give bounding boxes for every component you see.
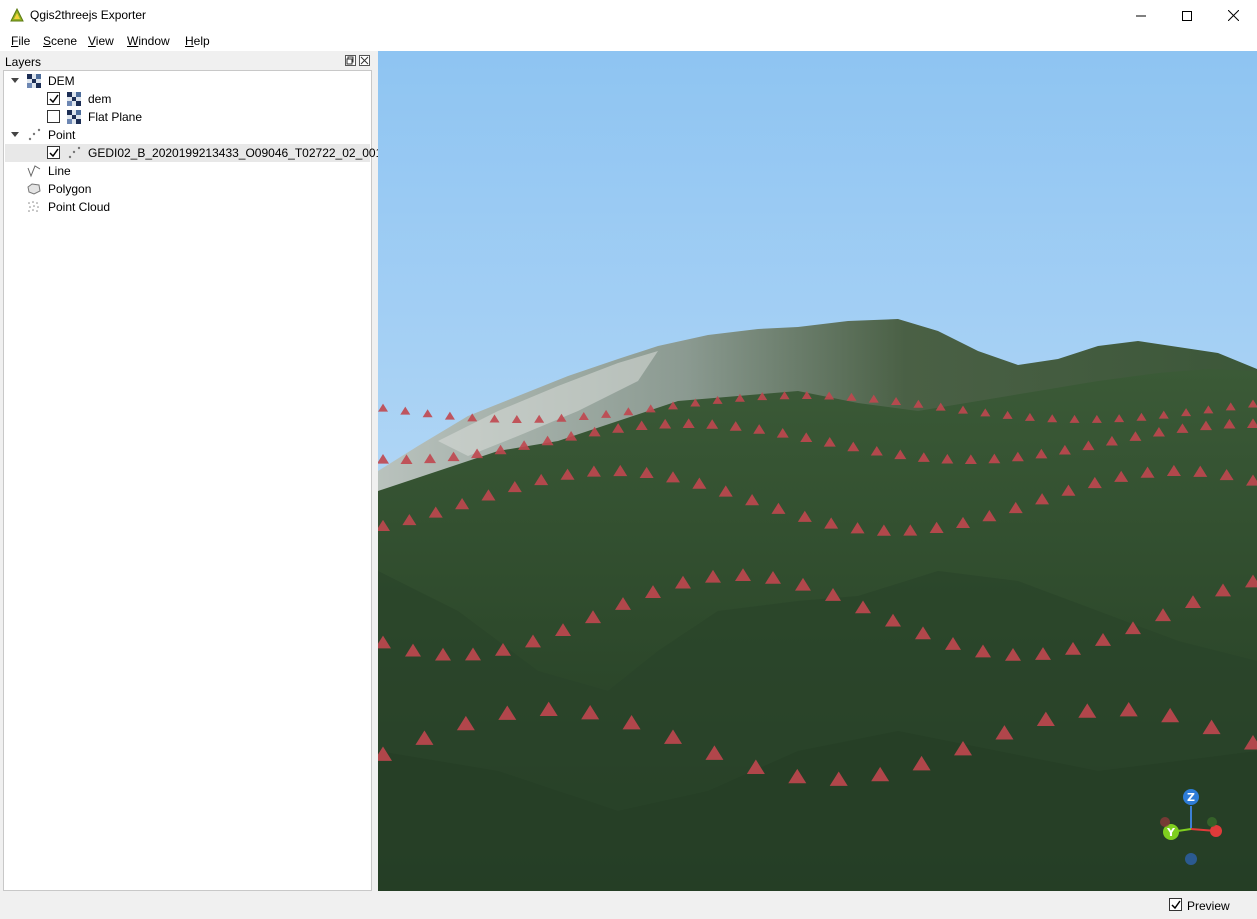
- tree-item-flat-plane[interactable]: Flat Plane: [5, 108, 370, 126]
- tree-item-dem[interactable]: dem: [5, 90, 370, 108]
- 3d-scene[interactable]: Z Y: [378, 51, 1257, 891]
- close-button[interactable]: [1210, 0, 1256, 31]
- tree-group-dem[interactable]: DEM: [5, 72, 370, 90]
- layer-checkbox[interactable]: [47, 146, 60, 159]
- tree-item-gedi[interactable]: GEDI02_B_2020199213433_O09046_T02722_02_…: [5, 144, 402, 162]
- raster-layer-icon: [67, 110, 81, 124]
- layer-checkbox[interactable]: [47, 92, 60, 105]
- layer-label: GEDI02_B_2020199213433_O09046_T02722_02_…: [88, 146, 403, 160]
- close-icon: [1227, 10, 1239, 21]
- maximize-button[interactable]: [1164, 0, 1210, 31]
- layers-panel-title: Layers: [5, 55, 42, 69]
- close-icon: [360, 56, 369, 65]
- axis-z-label: Z: [1187, 791, 1195, 804]
- layer-tree: DEM dem Flat Plane Point GEDI02_B_202019…: [3, 70, 402, 891]
- preview-label: Preview: [1187, 899, 1230, 913]
- point-layer-icon: [28, 128, 41, 141]
- menu-help[interactable]: Help: [185, 34, 210, 48]
- menu-bar: File Scene View Window Help: [0, 31, 1257, 52]
- raster-layer-icon: [27, 74, 41, 88]
- tree-group-point[interactable]: Point: [5, 126, 370, 144]
- qgis-triangle-icon: [10, 8, 24, 22]
- layer-label: Flat Plane: [88, 110, 143, 124]
- checkmark-icon: [49, 94, 59, 104]
- 3d-viewport[interactable]: Z Y: [378, 51, 1257, 891]
- menu-file[interactable]: File: [11, 34, 30, 48]
- point-cloud-icon: [28, 201, 39, 212]
- float-panel-button[interactable]: [345, 55, 356, 66]
- tree-group-label: Point: [48, 128, 76, 142]
- line-layer-icon: [27, 165, 41, 178]
- point-layer-icon: [68, 146, 81, 159]
- tree-group-label: DEM: [48, 74, 75, 88]
- layers-panel-header: Layers: [0, 51, 375, 70]
- tree-group-label: Line: [48, 164, 71, 178]
- maximize-icon: [1182, 10, 1192, 21]
- title-bar: Qgis2threejs Exporter: [0, 0, 1257, 31]
- axis-y-label: Y: [1166, 826, 1176, 839]
- checkmark-icon: [1171, 900, 1181, 910]
- tree-group-label: Polygon: [48, 182, 92, 196]
- preview-checkbox[interactable]: [1169, 898, 1182, 911]
- tree-group-label: Point Cloud: [48, 200, 111, 214]
- raster-layer-icon: [67, 92, 81, 106]
- expand-arrow-icon[interactable]: [11, 78, 19, 83]
- tree-group-line[interactable]: Line: [5, 162, 370, 180]
- close-panel-button[interactable]: [359, 55, 370, 66]
- menu-view[interactable]: View: [88, 34, 114, 48]
- tree-group-point-cloud[interactable]: Point Cloud: [5, 198, 370, 216]
- window-title: Qgis2threejs Exporter: [30, 8, 147, 22]
- float-icon: [346, 56, 354, 65]
- minimize-button[interactable]: [1118, 0, 1164, 31]
- polygon-layer-icon: [27, 183, 41, 195]
- layer-label: dem: [88, 92, 112, 106]
- menu-scene[interactable]: Scene: [43, 34, 77, 48]
- layer-checkbox[interactable]: [47, 110, 60, 123]
- menu-window[interactable]: Window: [127, 34, 170, 48]
- minimize-icon: [1136, 15, 1146, 16]
- checkmark-icon: [49, 148, 59, 158]
- expand-arrow-icon[interactable]: [11, 132, 19, 137]
- status-bar: [0, 891, 1257, 919]
- tree-group-polygon[interactable]: Polygon: [5, 180, 370, 198]
